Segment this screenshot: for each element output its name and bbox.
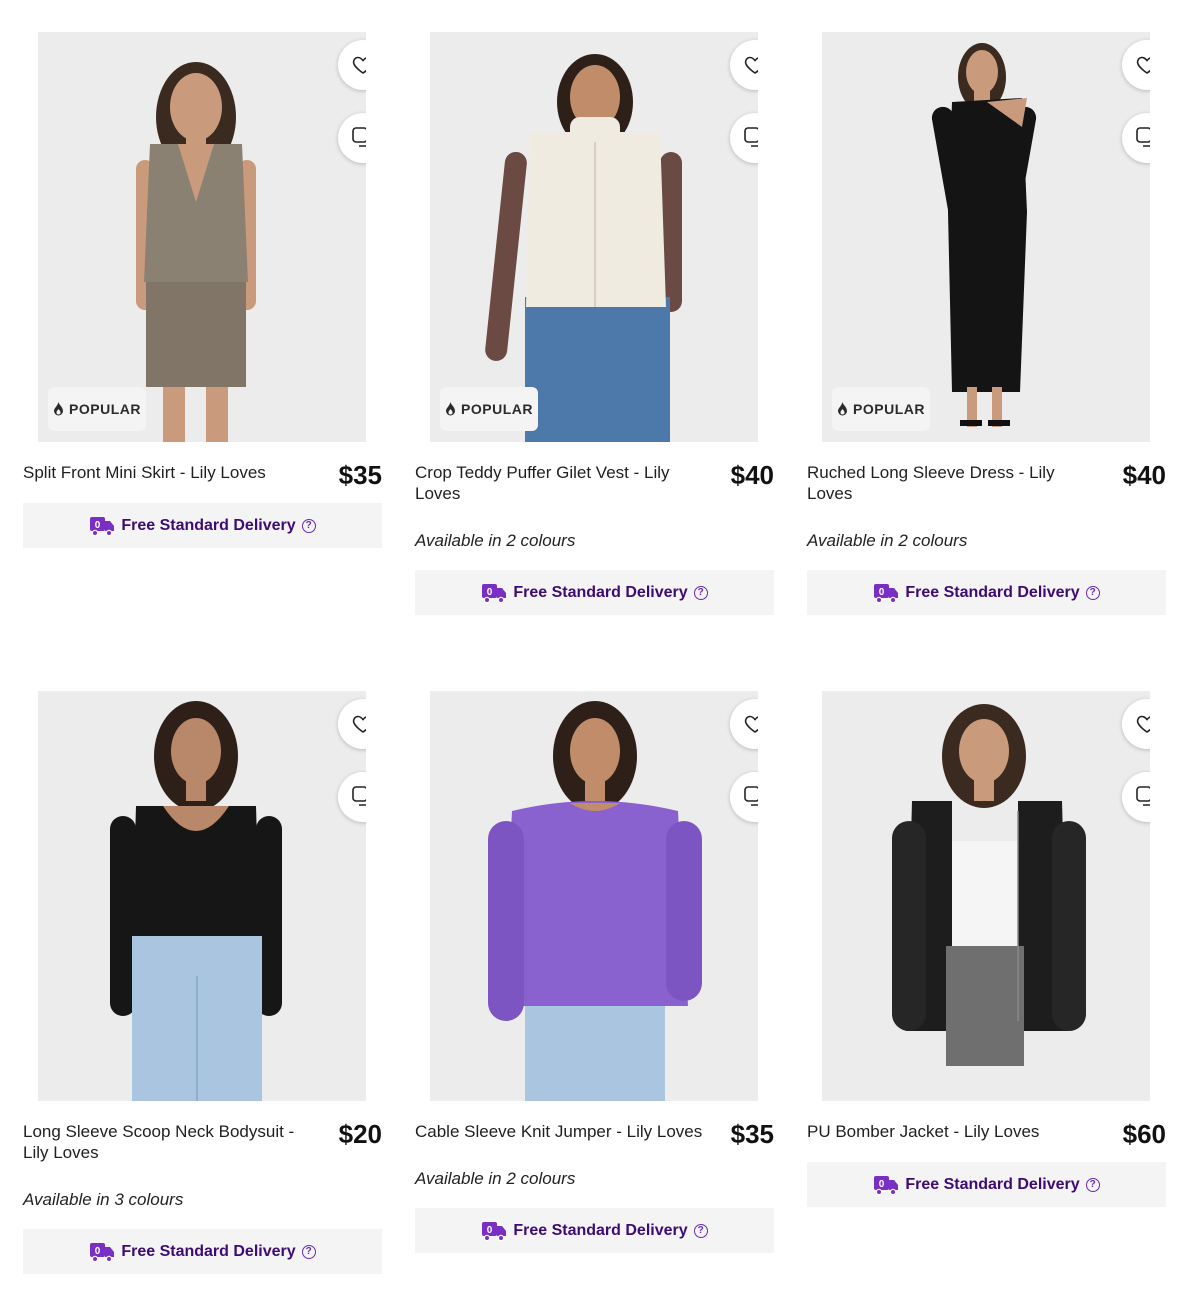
compare-icon — [1136, 786, 1150, 806]
heart-icon — [744, 715, 758, 733]
badge-label: POPULAR — [69, 401, 141, 417]
product-price: $35 — [730, 1119, 774, 1149]
delivery-truck-icon: 0 — [874, 1175, 899, 1195]
product-name[interactable]: Cable Sleeve Knit Jumper - Lily Loves — [415, 1121, 707, 1142]
product-image[interactable] — [430, 691, 758, 1101]
delivery-label: Free Standard Delivery — [905, 583, 1080, 601]
colour-availability: Available in 2 colours — [807, 531, 968, 550]
delivery-banner[interactable]: 0 Free Standard Delivery ? — [415, 570, 774, 615]
heart-icon — [352, 715, 366, 733]
product-price: $40 — [1122, 460, 1166, 490]
question-icon[interactable]: ? — [301, 518, 316, 533]
heart-icon — [1136, 56, 1150, 74]
question-icon[interactable]: ? — [301, 1244, 316, 1259]
delivery-label: Free Standard Delivery — [513, 1221, 688, 1239]
delivery-truck-icon: 0 — [90, 516, 115, 536]
svg-text:0: 0 — [95, 1246, 101, 1257]
delivery-banner[interactable]: 0 Free Standard Delivery ? — [23, 503, 382, 548]
compare-icon — [352, 786, 366, 806]
popular-badge: POPULAR — [440, 387, 538, 431]
delivery-label: Free Standard Delivery — [121, 516, 296, 534]
svg-text:0: 0 — [879, 1179, 885, 1190]
question-icon[interactable]: ? — [693, 585, 708, 600]
badge-label: POPULAR — [853, 401, 925, 417]
product-name[interactable]: PU Bomber Jacket - Lily Loves — [807, 1121, 1099, 1142]
flame-icon — [54, 402, 64, 416]
question-icon[interactable]: ? — [1085, 1177, 1100, 1192]
heart-icon — [352, 56, 366, 74]
product-name[interactable]: Split Front Mini Skirt - Lily Loves — [23, 462, 315, 483]
question-icon[interactable]: ? — [693, 1223, 708, 1238]
delivery-label: Free Standard Delivery — [513, 583, 688, 601]
delivery-banner[interactable]: 0 Free Standard Delivery ? — [807, 570, 1166, 615]
svg-text:0: 0 — [879, 587, 885, 598]
compare-icon — [744, 127, 758, 147]
compare-icon — [744, 786, 758, 806]
delivery-banner[interactable]: 0 Free Standard Delivery ? — [807, 1162, 1166, 1207]
product-price: $20 — [338, 1119, 382, 1149]
product-name[interactable]: Crop Teddy Puffer Gilet Vest - Lily Love… — [415, 462, 707, 504]
delivery-truck-icon: 0 — [874, 583, 899, 603]
product-image[interactable]: POPULAR — [822, 32, 1150, 442]
colour-availability: Available in 2 colours — [415, 1169, 576, 1188]
svg-text:0: 0 — [487, 1225, 493, 1236]
delivery-label: Free Standard Delivery — [905, 1175, 1080, 1193]
svg-text:0: 0 — [95, 520, 101, 531]
product-price: $40 — [730, 460, 774, 490]
product-price: $35 — [338, 460, 382, 490]
popular-badge: POPULAR — [48, 387, 146, 431]
compare-icon — [1136, 127, 1150, 147]
product-name[interactable]: Long Sleeve Scoop Neck Bodysuit - Lily L… — [23, 1121, 315, 1163]
delivery-truck-icon: 0 — [90, 1242, 115, 1262]
delivery-truck-icon: 0 — [482, 1221, 507, 1241]
product-image[interactable] — [822, 691, 1150, 1101]
svg-text:0: 0 — [487, 587, 493, 598]
flame-icon — [446, 402, 456, 416]
colour-availability: Available in 2 colours — [415, 531, 576, 550]
heart-icon — [744, 56, 758, 74]
product-name[interactable]: Ruched Long Sleeve Dress - Lily Loves — [807, 462, 1099, 504]
question-icon[interactable]: ? — [1085, 585, 1100, 600]
badge-label: POPULAR — [461, 401, 533, 417]
delivery-label: Free Standard Delivery — [121, 1242, 296, 1260]
compare-icon — [352, 127, 366, 147]
delivery-truck-icon: 0 — [482, 583, 507, 603]
product-image[interactable] — [38, 691, 366, 1101]
colour-availability: Available in 3 colours — [23, 1190, 184, 1209]
delivery-banner[interactable]: 0 Free Standard Delivery ? — [23, 1229, 382, 1274]
product-price: $60 — [1122, 1119, 1166, 1149]
popular-badge: POPULAR — [832, 387, 930, 431]
heart-icon — [1136, 715, 1150, 733]
delivery-banner[interactable]: 0 Free Standard Delivery ? — [415, 1208, 774, 1253]
product-image[interactable]: POPULAR — [38, 32, 366, 442]
product-image[interactable]: POPULAR — [430, 32, 758, 442]
flame-icon — [838, 402, 848, 416]
